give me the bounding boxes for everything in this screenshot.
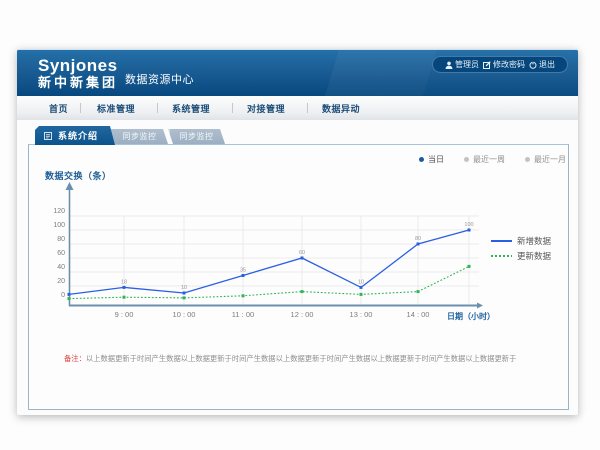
logo: Synjones 新中新集团 — [38, 57, 118, 89]
user-toolbar: 管理员 修改密码 退出 — [432, 56, 568, 73]
nav-divider — [157, 103, 158, 113]
data-point — [68, 293, 71, 296]
point-label: 10 — [358, 279, 364, 285]
legend-label-update-data: 更新数据 — [517, 251, 552, 261]
y-tick-label: 100 — [53, 222, 65, 229]
data-point — [301, 257, 304, 260]
data-point — [123, 296, 126, 299]
data-point — [360, 286, 363, 289]
tab-sync-monitor-1[interactable]: 同步监控 — [106, 129, 168, 144]
nav-divider — [232, 103, 233, 113]
data-point — [417, 243, 420, 246]
logout-label: 退出 — [539, 59, 555, 70]
app-window: Synjones 新中新集团 数据资源中心 管理员 修改密码 退出 首页 标准管… — [17, 49, 578, 415]
data-point — [183, 292, 186, 295]
data-point — [242, 274, 245, 277]
main-nav: 首页 标准管理 系统管理 对接管理 数据异动 — [17, 96, 578, 120]
data-point — [242, 294, 245, 297]
data-point — [468, 265, 471, 268]
change-password-label: 修改密码 — [493, 59, 525, 70]
user-menu[interactable]: 管理员 — [445, 59, 479, 70]
y-axis-arrow — [66, 182, 74, 190]
data-point — [123, 286, 126, 289]
x-tick-label: 9 : 00 — [115, 310, 134, 319]
line-chart: 0 20 40 60 80 100 120 18 10 35 60 10 80 100 9 : 00 10 :… — [29, 145, 570, 411]
edit-icon — [483, 61, 491, 69]
x-tick-label: 10 : 00 — [173, 310, 196, 319]
note-text: 以上数据更新于时间产生数据以上数据更新于时间产生数据以上数据更新于时间产生数据以… — [86, 354, 517, 363]
x-axis-arrow — [477, 303, 483, 309]
user-icon — [445, 61, 453, 69]
data-point — [417, 290, 420, 293]
app-header: Synjones 新中新集团 数据资源中心 管理员 修改密码 退出 — [17, 49, 578, 96]
tab-system-intro[interactable]: 系统介绍 — [35, 126, 115, 145]
point-label: 10 — [181, 285, 187, 291]
y-tick-label: 40 — [57, 264, 65, 271]
power-icon — [529, 61, 537, 69]
point-label: 60 — [299, 250, 305, 256]
nav-item-connect[interactable]: 对接管理 — [247, 102, 285, 115]
x-tick-label: 13 : 00 — [350, 310, 373, 319]
tab-sync-monitor-2[interactable]: 同步监控 — [168, 129, 225, 144]
nav-divider — [80, 103, 81, 113]
y-tick-label: 120 — [53, 208, 65, 215]
nav-divider — [307, 103, 308, 113]
logo-text-en: Synjones — [38, 57, 118, 74]
nav-item-system[interactable]: 系统管理 — [172, 102, 210, 115]
logo-text-cn: 新中新集团 — [38, 76, 118, 89]
point-label: 80 — [415, 236, 421, 242]
logout-button[interactable]: 退出 — [529, 59, 555, 70]
data-point — [68, 297, 71, 300]
point-label: 18 — [121, 279, 127, 285]
user-name: 管理员 — [455, 59, 479, 70]
data-point — [360, 293, 363, 296]
legend-label-new-data: 新增数据 — [517, 236, 552, 246]
point-label: 100 — [464, 222, 473, 228]
x-tick-label: 12 : 00 — [291, 310, 314, 319]
nav-item-home[interactable]: 首页 — [49, 102, 68, 115]
data-point — [301, 290, 304, 293]
note-prefix: 备注： — [64, 354, 86, 363]
y-tick-label: 60 — [57, 250, 65, 257]
nav-item-standard[interactable]: 标准管理 — [97, 102, 135, 115]
y-tick-label: 80 — [57, 236, 65, 243]
series-line-update-data — [69, 266, 469, 298]
tab-label: 系统介绍 — [58, 129, 98, 142]
change-password-button[interactable]: 修改密码 — [483, 59, 525, 70]
chart-panel: 当日 最近一周 最近一月 数据交换（条） 0204060801001201810… — [28, 144, 569, 410]
document-icon — [44, 132, 52, 140]
x-tick-label: 14 : 00 — [407, 310, 430, 319]
nav-item-change[interactable]: 数据异动 — [322, 102, 360, 115]
x-tick-label: 11 : 00 — [232, 310, 254, 319]
point-label: 35 — [240, 268, 246, 274]
data-point — [468, 229, 471, 232]
y-tick-label: 20 — [57, 278, 65, 285]
series-line-new-data — [69, 230, 469, 294]
app-title: 数据资源中心 — [125, 71, 194, 87]
x-axis-title: 日期（小时） — [447, 311, 495, 321]
y-tick-label: 0 — [61, 292, 65, 299]
footer-note: 备注：以上数据更新于时间产生数据以上数据更新于时间产生数据以上数据更新于时间产生… — [64, 354, 516, 364]
data-point — [183, 296, 186, 299]
